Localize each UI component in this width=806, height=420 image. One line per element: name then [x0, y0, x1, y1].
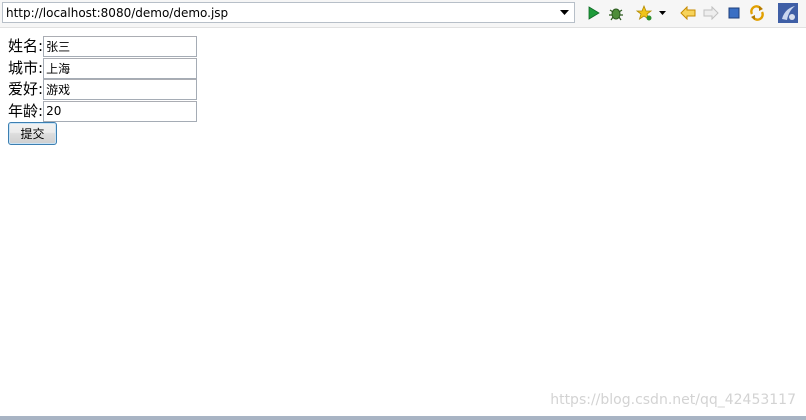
- form-row-name: 姓名:: [8, 35, 198, 57]
- name-label: 姓名:: [8, 37, 44, 55]
- submit-button[interactable]: 提交: [8, 122, 57, 145]
- hobby-input[interactable]: [43, 78, 198, 100]
- hobby-label: 爱好:: [8, 80, 44, 98]
- age-label: 年龄:: [8, 102, 44, 120]
- new-wizard-button[interactable]: [635, 4, 653, 22]
- forward-button[interactable]: [702, 4, 720, 22]
- debug-icon: [609, 8, 623, 21]
- stop-button[interactable]: [725, 4, 743, 22]
- url-input[interactable]: [3, 3, 555, 22]
- name-input[interactable]: [43, 35, 198, 57]
- debug-button[interactable]: [607, 4, 625, 22]
- refresh-icon: [750, 5, 764, 21]
- chevron-down-icon: [560, 10, 569, 15]
- eclipse-logo-icon: [778, 3, 798, 23]
- eclipse-logo: [778, 3, 798, 23]
- browser-toolbar: [0, 0, 806, 28]
- run-icon: [588, 6, 600, 20]
- watermark: https://blog.csdn.net/qq_42453117: [550, 392, 796, 408]
- forward-icon: [703, 6, 719, 20]
- window-bottom-border: [0, 416, 806, 420]
- refresh-button[interactable]: [748, 4, 766, 22]
- run-button[interactable]: [584, 4, 602, 22]
- form-row-age: 年龄:: [8, 100, 198, 122]
- city-input[interactable]: [43, 57, 198, 79]
- form-row-hobby: 爱好:: [8, 78, 198, 100]
- back-button[interactable]: [679, 4, 697, 22]
- stop-icon: [728, 7, 740, 19]
- url-history-dropdown[interactable]: [555, 3, 574, 22]
- age-input[interactable]: [43, 100, 198, 122]
- dropdown-arrow-icon: [658, 11, 666, 15]
- new-wizard-dropdown[interactable]: [656, 4, 668, 22]
- form-row-city: 城市:: [8, 57, 198, 79]
- city-label: 城市:: [8, 59, 44, 77]
- new-star-icon: [635, 5, 652, 21]
- url-bar: [2, 2, 575, 23]
- back-icon: [680, 6, 696, 20]
